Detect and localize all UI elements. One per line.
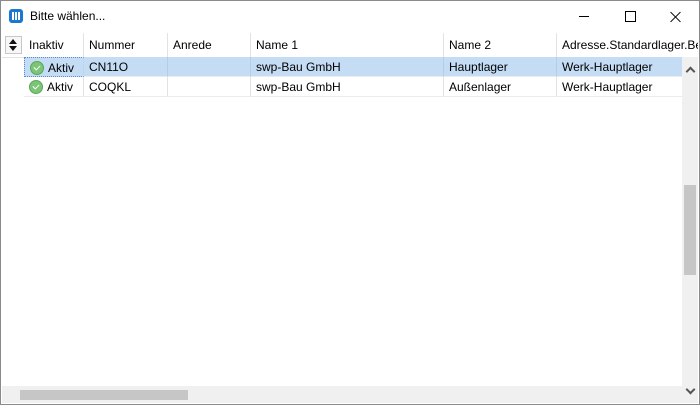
cell-nummer[interactable]: COQKL bbox=[84, 77, 168, 97]
check-circle-icon bbox=[29, 79, 43, 94]
column-header-name1[interactable]: Name 1 bbox=[251, 33, 444, 57]
cell-inaktiv[interactable]: Aktiv bbox=[24, 77, 84, 97]
select-dialog: Bitte wählen... Inaktiv Nummer Anrede Na… bbox=[0, 0, 700, 405]
check-circle-icon bbox=[30, 60, 44, 75]
sort-updown-icon[interactable] bbox=[5, 36, 22, 54]
cell-inaktiv[interactable]: Aktiv bbox=[24, 57, 84, 77]
horizontal-scroll-thumb[interactable] bbox=[20, 390, 188, 400]
maximize-icon bbox=[624, 11, 636, 22]
data-grid: Inaktiv Nummer Anrede Name 1 Name 2 Adre… bbox=[2, 33, 698, 403]
column-header-anrede[interactable]: Anrede bbox=[168, 33, 251, 57]
table-row[interactable]: Aktiv CN11O swp-Bau GmbH Hauptlager Werk… bbox=[24, 57, 682, 77]
scroll-up-button[interactable] bbox=[682, 61, 698, 77]
cell-anrede[interactable] bbox=[168, 77, 251, 97]
status-text: Aktiv bbox=[47, 80, 74, 94]
chevron-up-icon bbox=[685, 66, 695, 76]
column-header-name2[interactable]: Name 2 bbox=[444, 33, 557, 57]
grid-header: Inaktiv Nummer Anrede Name 1 Name 2 Adre… bbox=[2, 33, 698, 58]
column-header-nummer[interactable]: Nummer bbox=[84, 33, 168, 57]
vertical-scrollbar[interactable] bbox=[682, 57, 698, 403]
cell-nummer[interactable]: CN11O bbox=[84, 57, 168, 77]
maximize-button[interactable] bbox=[607, 1, 653, 32]
cell-name2[interactable]: Hauptlager bbox=[444, 57, 557, 77]
vertical-scroll-thumb[interactable] bbox=[684, 185, 696, 275]
minimize-button[interactable] bbox=[561, 1, 607, 32]
close-button[interactable] bbox=[653, 1, 699, 32]
grid-icon bbox=[9, 9, 23, 23]
chevron-down-icon bbox=[685, 384, 695, 394]
cell-standardlager[interactable]: Werk-Hauptlager bbox=[557, 57, 682, 77]
cell-anrede[interactable] bbox=[168, 57, 251, 77]
table-row[interactable]: Aktiv COQKL swp-Bau GmbH Außenlager Werk… bbox=[24, 77, 682, 97]
status-text: Aktiv bbox=[48, 61, 75, 75]
scroll-down-button[interactable] bbox=[682, 383, 698, 399]
column-header-standardlager[interactable]: Adresse.Standardlager.Bez bbox=[557, 33, 698, 57]
title-bar[interactable]: Bitte wählen... bbox=[1, 1, 699, 32]
column-header-inaktiv[interactable]: Inaktiv bbox=[24, 33, 84, 57]
close-icon bbox=[670, 11, 682, 23]
cell-name2[interactable]: Außenlager bbox=[444, 77, 557, 97]
cell-name1[interactable]: swp-Bau GmbH bbox=[251, 77, 444, 97]
cell-standardlager[interactable]: Werk-Hauptlager bbox=[557, 77, 682, 97]
window-title: Bitte wählen... bbox=[30, 9, 106, 23]
minimize-icon bbox=[579, 16, 589, 17]
horizontal-scrollbar[interactable] bbox=[2, 386, 682, 403]
cell-name1[interactable]: swp-Bau GmbH bbox=[251, 57, 444, 77]
